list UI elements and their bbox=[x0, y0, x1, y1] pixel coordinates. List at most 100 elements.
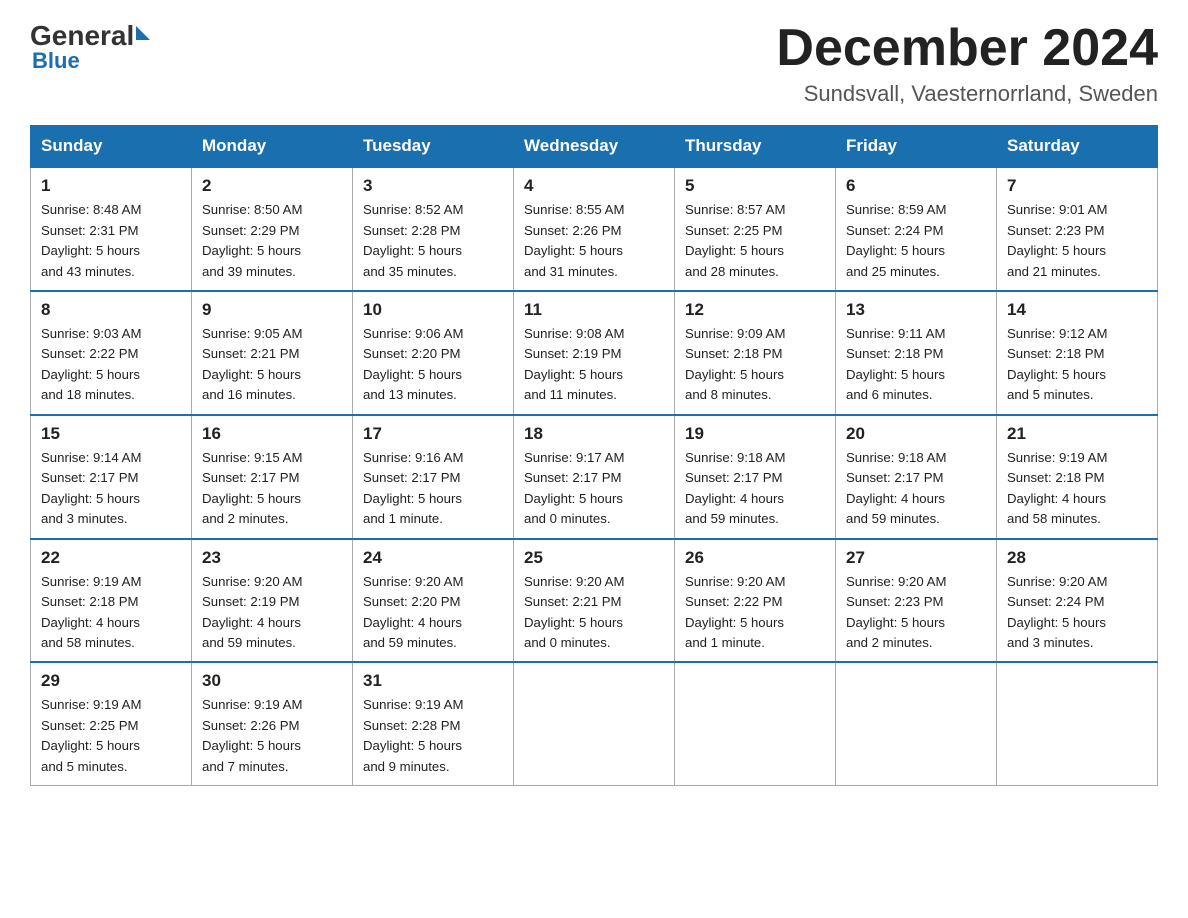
day-number-2: 2 bbox=[202, 176, 342, 196]
day-info-5: Sunrise: 8:57 AM Sunset: 2:25 PM Dayligh… bbox=[685, 200, 825, 282]
day-number-8: 8 bbox=[41, 300, 181, 320]
calendar-day-12: 12 Sunrise: 9:09 AM Sunset: 2:18 PM Dayli… bbox=[675, 291, 836, 415]
calendar-week-3: 15Sunrise: 9:14 AM Sunset: 2:17 PM Dayli… bbox=[31, 415, 1158, 539]
calendar-day-18: 18 Sunrise: 9:17 AM Sunset: 2:17 PM Dayli… bbox=[514, 415, 675, 539]
day-info-17: Sunrise: 9:16 AM Sunset: 2:17 PM Dayligh… bbox=[363, 448, 503, 530]
day-number-31: 31 bbox=[363, 671, 503, 691]
calendar-day-19: 19 Sunrise: 9:18 AM Sunset: 2:17 PM Dayli… bbox=[675, 415, 836, 539]
day-number-22: 22 bbox=[41, 548, 181, 568]
calendar-day-7: 7Sunrise: 9:01 AM Sunset: 2:23 PM Daylig… bbox=[997, 167, 1158, 291]
day-number-19: 19 bbox=[685, 424, 825, 444]
calendar-day-15: 15Sunrise: 9:14 AM Sunset: 2:17 PM Dayli… bbox=[31, 415, 192, 539]
day-info-12: Sunrise: 9:09 AM Sunset: 2:18 PM Dayligh… bbox=[685, 324, 825, 406]
empty-cell bbox=[514, 662, 675, 785]
day-info-15: Sunrise: 9:14 AM Sunset: 2:17 PM Dayligh… bbox=[41, 448, 181, 530]
calendar-day-5: 5 Sunrise: 8:57 AM Sunset: 2:25 PM Daylig… bbox=[675, 167, 836, 291]
day-info-3: Sunrise: 8:52 AM Sunset: 2:28 PM Dayligh… bbox=[363, 200, 503, 282]
day-info-28: Sunrise: 9:20 AM Sunset: 2:24 PM Dayligh… bbox=[1007, 572, 1147, 654]
day-number-10: 10 bbox=[363, 300, 503, 320]
day-number-20: 20 bbox=[846, 424, 986, 444]
day-number-6: 6 bbox=[846, 176, 986, 196]
calendar-day-24: 24Sunrise: 9:20 AM Sunset: 2:20 PM Dayli… bbox=[353, 539, 514, 663]
day-number-5: 5 bbox=[685, 176, 825, 196]
calendar-day-26: 26Sunrise: 9:20 AM Sunset: 2:22 PM Dayli… bbox=[675, 539, 836, 663]
calendar-day-11: 11 Sunrise: 9:08 AM Sunset: 2:19 PM Dayli… bbox=[514, 291, 675, 415]
calendar-day-22: 22 Sunrise: 9:19 AM Sunset: 2:18 PM Dayli… bbox=[31, 539, 192, 663]
calendar-day-16: 16Sunrise: 9:15 AM Sunset: 2:17 PM Dayli… bbox=[192, 415, 353, 539]
logo-triangle-icon bbox=[136, 26, 150, 40]
day-number-13: 13 bbox=[846, 300, 986, 320]
calendar-day-28: 28 Sunrise: 9:20 AM Sunset: 2:24 PM Dayli… bbox=[997, 539, 1158, 663]
day-info-9: Sunrise: 9:05 AM Sunset: 2:21 PM Dayligh… bbox=[202, 324, 342, 406]
day-info-30: Sunrise: 9:19 AM Sunset: 2:26 PM Dayligh… bbox=[202, 695, 342, 777]
day-info-13: Sunrise: 9:11 AM Sunset: 2:18 PM Dayligh… bbox=[846, 324, 986, 406]
day-info-1: Sunrise: 8:48 AM Sunset: 2:31 PM Dayligh… bbox=[41, 200, 181, 282]
calendar-day-6: 6 Sunrise: 8:59 AM Sunset: 2:24 PM Daylig… bbox=[836, 167, 997, 291]
empty-cell bbox=[997, 662, 1158, 785]
title-block: December 2024 Sundsvall, Vaesternorrland… bbox=[776, 20, 1158, 107]
day-number-16: 16 bbox=[202, 424, 342, 444]
month-title: December 2024 bbox=[776, 20, 1158, 77]
day-info-2: Sunrise: 8:50 AM Sunset: 2:29 PM Dayligh… bbox=[202, 200, 342, 282]
calendar-day-1: 1 Sunrise: 8:48 AM Sunset: 2:31 PM Daylig… bbox=[31, 167, 192, 291]
calendar-day-8: 8 Sunrise: 9:03 AM Sunset: 2:22 PM Daylig… bbox=[31, 291, 192, 415]
day-number-30: 30 bbox=[202, 671, 342, 691]
weekday-header-monday: Monday bbox=[192, 126, 353, 168]
calendar-day-30: 30 Sunrise: 9:19 AM Sunset: 2:26 PM Dayli… bbox=[192, 662, 353, 785]
calendar-day-27: 27 Sunrise: 9:20 AM Sunset: 2:23 PM Dayli… bbox=[836, 539, 997, 663]
weekday-header-sunday: Sunday bbox=[31, 126, 192, 168]
day-number-27: 27 bbox=[846, 548, 986, 568]
calendar-body: 1 Sunrise: 8:48 AM Sunset: 2:31 PM Daylig… bbox=[31, 167, 1158, 786]
empty-cell bbox=[675, 662, 836, 785]
calendar-header: SundayMondayTuesdayWednesdayThursdayFrid… bbox=[31, 126, 1158, 168]
empty-cell bbox=[836, 662, 997, 785]
day-info-24: Sunrise: 9:20 AM Sunset: 2:20 PM Dayligh… bbox=[363, 572, 503, 654]
day-info-10: Sunrise: 9:06 AM Sunset: 2:20 PM Dayligh… bbox=[363, 324, 503, 406]
day-info-27: Sunrise: 9:20 AM Sunset: 2:23 PM Dayligh… bbox=[846, 572, 986, 654]
day-info-20: Sunrise: 9:18 AM Sunset: 2:17 PM Dayligh… bbox=[846, 448, 986, 530]
weekday-header-row: SundayMondayTuesdayWednesdayThursdayFrid… bbox=[31, 126, 1158, 168]
day-info-8: Sunrise: 9:03 AM Sunset: 2:22 PM Dayligh… bbox=[41, 324, 181, 406]
calendar-day-9: 9Sunrise: 9:05 AM Sunset: 2:21 PM Daylig… bbox=[192, 291, 353, 415]
calendar-day-29: 29 Sunrise: 9:19 AM Sunset: 2:25 PM Dayli… bbox=[31, 662, 192, 785]
day-number-28: 28 bbox=[1007, 548, 1147, 568]
calendar-day-21: 21Sunrise: 9:19 AM Sunset: 2:18 PM Dayli… bbox=[997, 415, 1158, 539]
day-info-18: Sunrise: 9:17 AM Sunset: 2:17 PM Dayligh… bbox=[524, 448, 664, 530]
day-number-29: 29 bbox=[41, 671, 181, 691]
weekday-header-wednesday: Wednesday bbox=[514, 126, 675, 168]
calendar-day-31: 31Sunrise: 9:19 AM Sunset: 2:28 PM Dayli… bbox=[353, 662, 514, 785]
day-info-23: Sunrise: 9:20 AM Sunset: 2:19 PM Dayligh… bbox=[202, 572, 342, 654]
day-number-1: 1 bbox=[41, 176, 181, 196]
calendar-day-10: 10 Sunrise: 9:06 AM Sunset: 2:20 PM Dayli… bbox=[353, 291, 514, 415]
day-number-4: 4 bbox=[524, 176, 664, 196]
calendar-table: SundayMondayTuesdayWednesdayThursdayFrid… bbox=[30, 125, 1158, 786]
calendar-week-2: 8 Sunrise: 9:03 AM Sunset: 2:22 PM Daylig… bbox=[31, 291, 1158, 415]
page-header: General Blue December 2024 Sundsvall, Va… bbox=[30, 20, 1158, 107]
logo-blue-text: Blue bbox=[32, 48, 80, 74]
day-info-11: Sunrise: 9:08 AM Sunset: 2:19 PM Dayligh… bbox=[524, 324, 664, 406]
calendar-week-5: 29 Sunrise: 9:19 AM Sunset: 2:25 PM Dayli… bbox=[31, 662, 1158, 785]
day-info-22: Sunrise: 9:19 AM Sunset: 2:18 PM Dayligh… bbox=[41, 572, 181, 654]
logo: General Blue bbox=[30, 20, 150, 74]
day-number-14: 14 bbox=[1007, 300, 1147, 320]
calendar-day-3: 3Sunrise: 8:52 AM Sunset: 2:28 PM Daylig… bbox=[353, 167, 514, 291]
day-info-26: Sunrise: 9:20 AM Sunset: 2:22 PM Dayligh… bbox=[685, 572, 825, 654]
location-title: Sundsvall, Vaesternorrland, Sweden bbox=[776, 81, 1158, 107]
calendar-day-14: 14Sunrise: 9:12 AM Sunset: 2:18 PM Dayli… bbox=[997, 291, 1158, 415]
day-info-19: Sunrise: 9:18 AM Sunset: 2:17 PM Dayligh… bbox=[685, 448, 825, 530]
day-info-7: Sunrise: 9:01 AM Sunset: 2:23 PM Dayligh… bbox=[1007, 200, 1147, 282]
day-number-25: 25 bbox=[524, 548, 664, 568]
day-info-6: Sunrise: 8:59 AM Sunset: 2:24 PM Dayligh… bbox=[846, 200, 986, 282]
day-number-11: 11 bbox=[524, 300, 664, 320]
day-number-12: 12 bbox=[685, 300, 825, 320]
calendar-day-17: 17 Sunrise: 9:16 AM Sunset: 2:17 PM Dayli… bbox=[353, 415, 514, 539]
calendar-day-13: 13 Sunrise: 9:11 AM Sunset: 2:18 PM Dayli… bbox=[836, 291, 997, 415]
day-info-29: Sunrise: 9:19 AM Sunset: 2:25 PM Dayligh… bbox=[41, 695, 181, 777]
calendar-day-25: 25 Sunrise: 9:20 AM Sunset: 2:21 PM Dayli… bbox=[514, 539, 675, 663]
day-number-17: 17 bbox=[363, 424, 503, 444]
calendar-day-2: 2 Sunrise: 8:50 AM Sunset: 2:29 PM Daylig… bbox=[192, 167, 353, 291]
day-number-18: 18 bbox=[524, 424, 664, 444]
day-info-25: Sunrise: 9:20 AM Sunset: 2:21 PM Dayligh… bbox=[524, 572, 664, 654]
calendar-week-4: 22 Sunrise: 9:19 AM Sunset: 2:18 PM Dayli… bbox=[31, 539, 1158, 663]
day-info-21: Sunrise: 9:19 AM Sunset: 2:18 PM Dayligh… bbox=[1007, 448, 1147, 530]
